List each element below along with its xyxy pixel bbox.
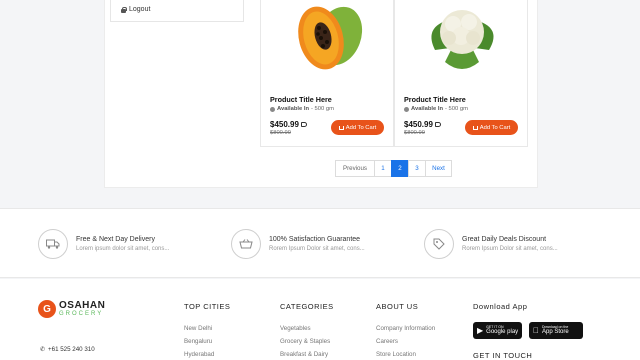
price: $450.99	[404, 120, 441, 129]
page-2-button[interactable]: 2	[391, 160, 409, 177]
old-price: $800.99	[404, 130, 425, 136]
old-price: $800.99	[270, 130, 291, 136]
tag-icon	[434, 122, 441, 127]
feature-title: Free & Next Day Delivery	[76, 236, 155, 243]
add-to-cart-button[interactable]: Add To Cart	[331, 120, 384, 135]
features-strip: Free & Next Day Delivery Lorem ipsum dol…	[0, 208, 640, 278]
logo-name: OSAHAN	[59, 299, 106, 311]
feature-item: Great Daily Deals Discount Rorem Ipsum D…	[424, 229, 558, 259]
logout-link[interactable]: Logout	[121, 6, 150, 13]
google-play-button[interactable]: ▶ GET IT ON Google play	[473, 322, 522, 339]
category-link[interactable]: Breakfast & Dairy	[280, 351, 328, 358]
truck-icon	[38, 229, 68, 259]
categories-heading: CATEGORIES	[280, 302, 334, 311]
add-to-cart-button[interactable]: Add To Cart	[465, 120, 518, 135]
previous-page-button[interactable]: Previous	[335, 160, 375, 177]
papaya-image	[298, 6, 363, 70]
app-store-button[interactable]:  Download on the App Store	[529, 322, 583, 339]
city-link[interactable]: Bengaluru	[184, 338, 212, 345]
feature-item: 100% Satisfaction Guarantee Rorem Ipsum …	[231, 229, 365, 259]
pagination: Previous 1 2 3 Next	[335, 160, 452, 177]
city-link[interactable]: New Delhi	[184, 325, 212, 332]
product-card[interactable]: Product Title Here Available In - 500 gm…	[394, 0, 528, 147]
about-link[interactable]: Store Location	[376, 351, 416, 358]
get-in-touch-heading: GET IN TOUCH	[473, 351, 533, 360]
category-link[interactable]: Grocery & Staples	[280, 338, 330, 345]
google-play-label: Google play	[486, 329, 519, 335]
feature-subtitle: Rorem Ipsum Dolor sit amet, cons...	[269, 246, 365, 252]
play-icon: ▶	[477, 326, 484, 335]
cart-icon	[472, 125, 478, 130]
phone-icon: ✆	[40, 347, 46, 353]
feature-subtitle: Rorem Ipsum Dolor sit amet, cons...	[462, 246, 558, 252]
phone-number: +61 525 240 310	[48, 346, 95, 353]
brand-logo[interactable]: G OSAHAN GROCERY	[38, 300, 105, 318]
cart-icon	[338, 125, 344, 130]
product-title[interactable]: Product Title Here	[270, 95, 332, 104]
page-3-button[interactable]: 3	[408, 160, 426, 177]
feature-title: 100% Satisfaction Guarantee	[269, 236, 361, 243]
feature-subtitle: Lorem ipsum dolor sit amet, cons...	[76, 246, 170, 252]
availability-value: - 500 gm	[445, 106, 468, 112]
check-icon	[270, 106, 275, 112]
feature-item: Free & Next Day Delivery Lorem ipsum dol…	[38, 229, 169, 259]
availability: Available In - 500 gm	[404, 106, 468, 112]
footer	[0, 279, 640, 360]
product-title[interactable]: Product Title Here	[404, 95, 466, 104]
product-card[interactable]: Product Title Here Available In - 500 gm…	[260, 0, 394, 147]
app-store-label: App Store	[536, 329, 569, 335]
check-icon	[404, 106, 409, 112]
availability: Available In - 500 gm	[270, 106, 334, 112]
availability-label: Available In	[411, 106, 444, 112]
logo-subtitle: GROCERY	[59, 310, 104, 317]
price-value: $450.99	[404, 120, 433, 129]
add-to-cart-label: Add To Cart	[345, 124, 377, 131]
about-link[interactable]: Company Information	[376, 325, 435, 332]
contact-phone[interactable]: ✆ +61 525 240 310	[40, 346, 95, 353]
basket-icon	[231, 229, 261, 259]
top-cities-heading: TOP CITIES	[184, 302, 231, 311]
logo-mark: G	[38, 300, 56, 318]
download-app-heading: Download App	[473, 302, 528, 311]
add-to-cart-label: Add To Cart	[479, 124, 511, 131]
availability-label: Available In	[277, 106, 310, 112]
about-heading: ABOUT US	[376, 302, 419, 311]
price: $450.99	[270, 120, 307, 129]
cauliflower-image	[431, 10, 494, 69]
next-page-button[interactable]: Next	[425, 160, 452, 177]
lock-icon	[121, 6, 127, 13]
logout-label: Logout	[129, 6, 151, 13]
page-1-button[interactable]: 1	[374, 160, 392, 177]
category-link[interactable]: Vegetables	[280, 325, 311, 332]
feature-title: Great Daily Deals Discount	[462, 236, 547, 243]
tag-icon	[424, 229, 454, 259]
price-value: $450.99	[270, 120, 299, 129]
apple-icon: 	[533, 326, 539, 335]
tag-icon	[300, 122, 307, 127]
city-link[interactable]: Hyderabad	[184, 351, 214, 358]
availability-value: - 500 gm	[311, 106, 334, 112]
about-link[interactable]: Careers	[376, 338, 398, 345]
